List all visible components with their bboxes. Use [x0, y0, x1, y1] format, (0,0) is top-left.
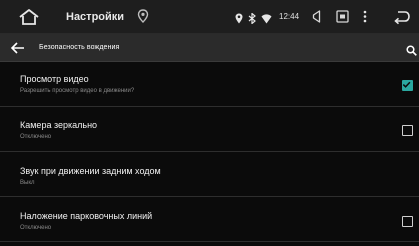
home-icon[interactable] — [18, 8, 40, 26]
clock: 12:44 — [279, 12, 300, 21]
location-pin-icon — [235, 11, 243, 29]
settings-list: Просмотр видео Разрешить просмотр видео … — [0, 62, 419, 246]
parking-lines-checkbox[interactable] — [402, 216, 413, 227]
setting-reverse-sound[interactable]: Звук при движении задним ходом Выкл — [0, 152, 419, 197]
toolbar: Безопасность вождения — [0, 34, 419, 62]
setting-video-while-driving[interactable]: Просмотр видео Разрешить просмотр видео … — [0, 62, 419, 107]
app-title: Настройки — [66, 11, 125, 23]
volume-icon[interactable] — [311, 10, 321, 28]
more-vert-icon[interactable] — [363, 10, 367, 28]
page-title: Безопасность вождения — [39, 44, 120, 51]
return-icon[interactable] — [393, 9, 411, 30]
setting-parking-lines[interactable]: Наложение парковочных линий Отключено — [0, 197, 419, 242]
setting-title: Просмотр видео — [20, 74, 89, 84]
setting-subtitle: Выкл — [20, 180, 35, 186]
setting-title: Камера зеркально — [20, 120, 98, 130]
back-arrow-icon[interactable] — [10, 41, 26, 55]
setting-subtitle: Отключено — [20, 225, 52, 231]
setting-subtitle: Разрешить просмотр видео в движении? — [20, 88, 135, 94]
video-checkbox[interactable] — [402, 80, 413, 91]
setting-title: Звук при движении задним ходом — [20, 166, 161, 176]
wifi-icon — [261, 11, 272, 29]
search-icon[interactable] — [406, 43, 417, 56]
mirror-checkbox[interactable] — [402, 125, 413, 136]
bluetooth-icon — [248, 11, 256, 29]
location-icon — [137, 9, 149, 23]
setting-mirror-camera[interactable]: Камера зеркально Отключено — [0, 107, 419, 152]
screen-icon[interactable] — [336, 10, 349, 28]
setting-title: Наложение парковочных линий — [20, 211, 153, 221]
status-bar: Настройки 12:44 — [0, 0, 419, 34]
setting-subtitle: Отключено — [20, 134, 52, 140]
